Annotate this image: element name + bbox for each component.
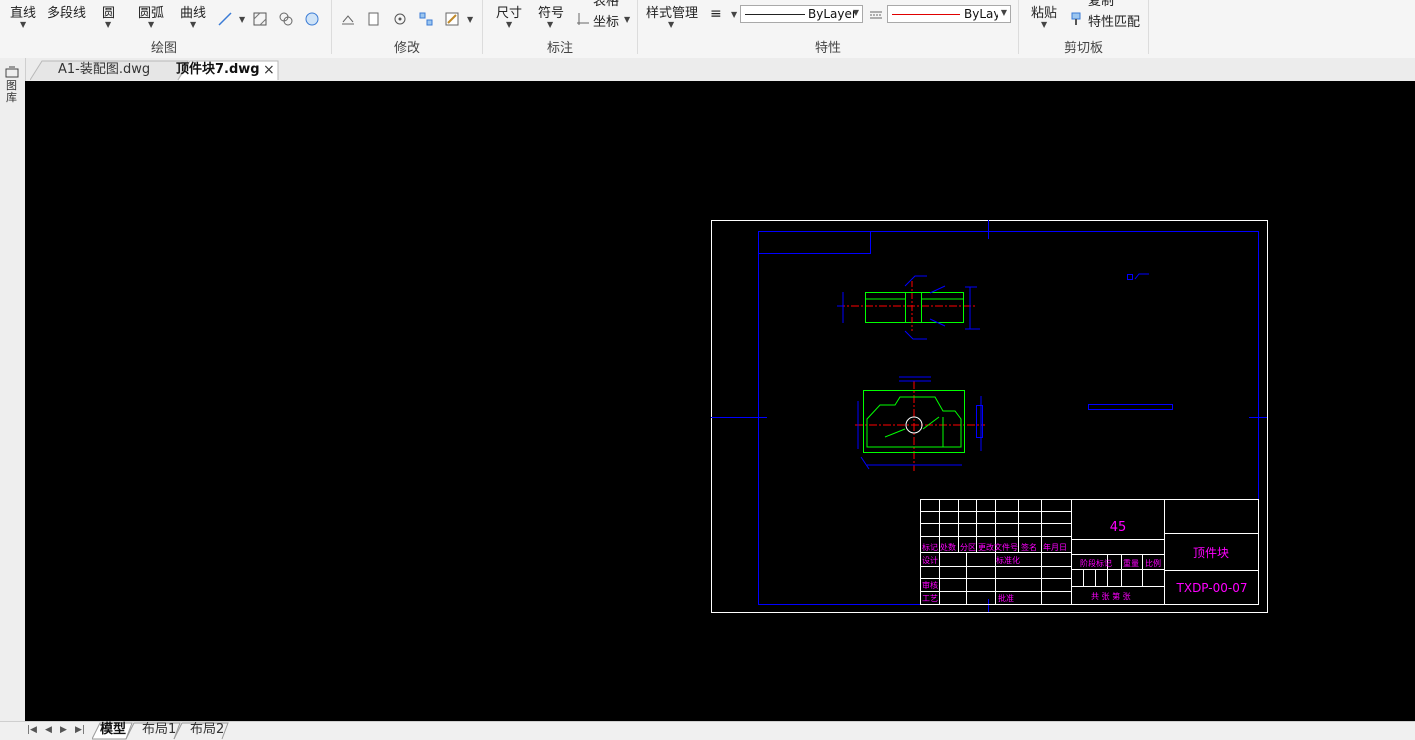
top-view xyxy=(837,275,980,340)
layout-tab-model[interactable]: 模型 xyxy=(100,722,126,739)
table-button[interactable]: 表格 xyxy=(593,0,619,9)
linetype-dropdown-icon[interactable]: ▼ xyxy=(853,8,859,17)
edit-icon[interactable] xyxy=(445,12,459,26)
lineweight-select[interactable]: ByLayer ▼ xyxy=(887,5,1011,23)
hatch-icon[interactable] xyxy=(253,12,267,26)
lineweight-icon[interactable]: ≡ xyxy=(710,6,722,22)
layout-tab-bar: |◀ ◀ ▶ ▶| 模型 布局1 布局2 xyxy=(0,721,1415,740)
technical-note-bar xyxy=(1088,404,1173,410)
copy-object-icon[interactable] xyxy=(367,12,381,26)
col-header-mark: 标记 xyxy=(922,542,938,552)
stage-mark-label: 阶段标记 xyxy=(1080,558,1112,568)
first-layout-icon[interactable]: |◀ xyxy=(27,722,37,739)
separator xyxy=(482,0,483,54)
style-manager-dropdown-icon[interactable]: ▼ xyxy=(668,20,674,29)
dimension-dropdown-icon[interactable]: ▼ xyxy=(506,20,512,29)
scale-label: 比例 xyxy=(1145,558,1161,568)
line-dropdown-icon[interactable]: ▼ xyxy=(20,20,26,29)
match-properties-icon[interactable] xyxy=(1071,12,1085,26)
col-header-count: 处数 xyxy=(940,542,956,552)
region-icon[interactable] xyxy=(279,12,293,26)
modify-dropdown-icon[interactable]: ▼ xyxy=(467,15,473,24)
col-header-change-doc: 更改文件号 xyxy=(978,542,1018,552)
match-properties-button[interactable]: 特性匹配 xyxy=(1088,11,1140,30)
ray-icon[interactable] xyxy=(218,12,232,26)
col-header-signature: 签名 xyxy=(1021,542,1037,552)
separator xyxy=(1148,0,1149,54)
ray-dropdown-icon[interactable]: ▼ xyxy=(239,15,245,24)
front-view xyxy=(855,376,985,471)
process-label: 工艺 xyxy=(922,594,938,603)
symbol-button[interactable]: 符号 xyxy=(538,2,564,21)
clipboard-group-label: 剪切板 xyxy=(1064,41,1104,56)
linetype-select[interactable]: ByLayer ▼ xyxy=(740,5,863,23)
copy-button[interactable]: 复制 xyxy=(1088,0,1114,9)
separator xyxy=(331,0,332,54)
tab-top-block-drawing[interactable]: 顶件块7.dwg xyxy=(176,60,260,80)
part-name-text: 顶件块 xyxy=(1193,546,1229,560)
cad-drawing[interactable]: 45 顶件块 TXDP-00-07 标记 处数 分区 更改文件号 签名 年月日 … xyxy=(25,81,1415,721)
style-manager-button[interactable]: 样式管理 xyxy=(646,2,698,21)
dimension-button[interactable]: 尺寸 xyxy=(496,2,522,21)
next-layout-icon[interactable]: ▶ xyxy=(60,722,67,739)
circle-button[interactable]: 圆 xyxy=(102,2,115,21)
array-icon[interactable] xyxy=(419,12,433,26)
code-box xyxy=(758,231,871,254)
polyline-button[interactable]: 多段线 xyxy=(47,2,86,21)
annotate-group-label: 标注 xyxy=(547,41,574,56)
drawing-number-text: TXDP-00-07 xyxy=(1176,581,1248,595)
review-label: 审核 xyxy=(922,580,938,590)
arc-button[interactable]: 圆弧 xyxy=(138,2,164,21)
arc-dropdown-icon[interactable]: ▼ xyxy=(148,20,154,29)
surface-finish-mark xyxy=(1127,273,1149,280)
coordinate-button[interactable]: 坐标 xyxy=(593,11,619,30)
rotate-icon[interactable] xyxy=(393,12,407,26)
linescale-icon[interactable] xyxy=(869,8,883,22)
col-header-date: 年月日 xyxy=(1043,542,1067,552)
boundary-icon[interactable] xyxy=(305,12,319,26)
outer-frame xyxy=(711,220,1268,613)
ribbon: 直线 ▼ 多段线 圆 ▼ 圆弧 ▼ 曲线 ▼ ▼ 绘图 ▼ 修改 尺寸 ▼ 符号… xyxy=(0,0,1415,59)
drawing-canvas[interactable]: 45 顶件块 TXDP-00-07 标记 处数 分区 更改文件号 签名 年月日 … xyxy=(25,81,1415,721)
symbol-dropdown-icon[interactable]: ▼ xyxy=(547,20,553,29)
paste-dropdown-icon[interactable]: ▼ xyxy=(1041,20,1047,29)
last-layout-icon[interactable]: ▶| xyxy=(75,722,85,739)
separator xyxy=(1018,0,1019,54)
lineweight-value: ByLayer xyxy=(964,7,998,21)
tab-close-icon[interactable]: × xyxy=(263,60,275,80)
coordinate-icon[interactable] xyxy=(576,12,590,26)
curve-dropdown-icon[interactable]: ▼ xyxy=(190,20,196,29)
document-tab-bar: A1-装配图.dwg 顶件块7.dwg × xyxy=(0,58,1415,82)
coordinate-dropdown-icon[interactable]: ▼ xyxy=(624,15,630,24)
modify-group-label: 修改 xyxy=(394,41,421,56)
lineweight-select-dropdown-icon[interactable]: ▼ xyxy=(1001,8,1007,17)
linetype-value: ByLayer xyxy=(808,7,857,21)
layout-tab-layout2[interactable]: 布局2 xyxy=(190,722,224,739)
design-label: 设计 xyxy=(922,555,938,565)
sheets-label: 共 张 第 张 xyxy=(1091,591,1131,601)
paste-button[interactable]: 粘贴 xyxy=(1031,2,1057,21)
weight-label: 重量 xyxy=(1123,558,1139,568)
line-button[interactable]: 直线 xyxy=(10,2,36,21)
standardize-label: 标准化 xyxy=(996,555,1020,565)
material-text: 45 xyxy=(1110,520,1127,535)
lineweight-dropdown-icon[interactable]: ▼ xyxy=(731,10,737,19)
curve-button[interactable]: 曲线 xyxy=(180,2,206,21)
approve-label: 批准 xyxy=(998,593,1014,603)
separator xyxy=(637,0,638,54)
col-header-zone: 分区 xyxy=(960,543,976,552)
properties-group-label: 特性 xyxy=(815,41,842,56)
layout-tab-layout1[interactable]: 布局1 xyxy=(142,722,176,739)
left-sidebar: 图库 xyxy=(0,58,26,739)
circle-dropdown-icon[interactable]: ▼ xyxy=(105,20,111,29)
tab-assembly-drawing[interactable]: A1-装配图.dwg xyxy=(58,60,150,80)
draw-group-label: 绘图 xyxy=(151,41,178,56)
prev-layout-icon[interactable]: ◀ xyxy=(45,722,52,739)
library-icon[interactable] xyxy=(5,66,19,78)
move-icon[interactable] xyxy=(341,12,355,26)
library-panel-label[interactable]: 图库 xyxy=(6,80,18,104)
